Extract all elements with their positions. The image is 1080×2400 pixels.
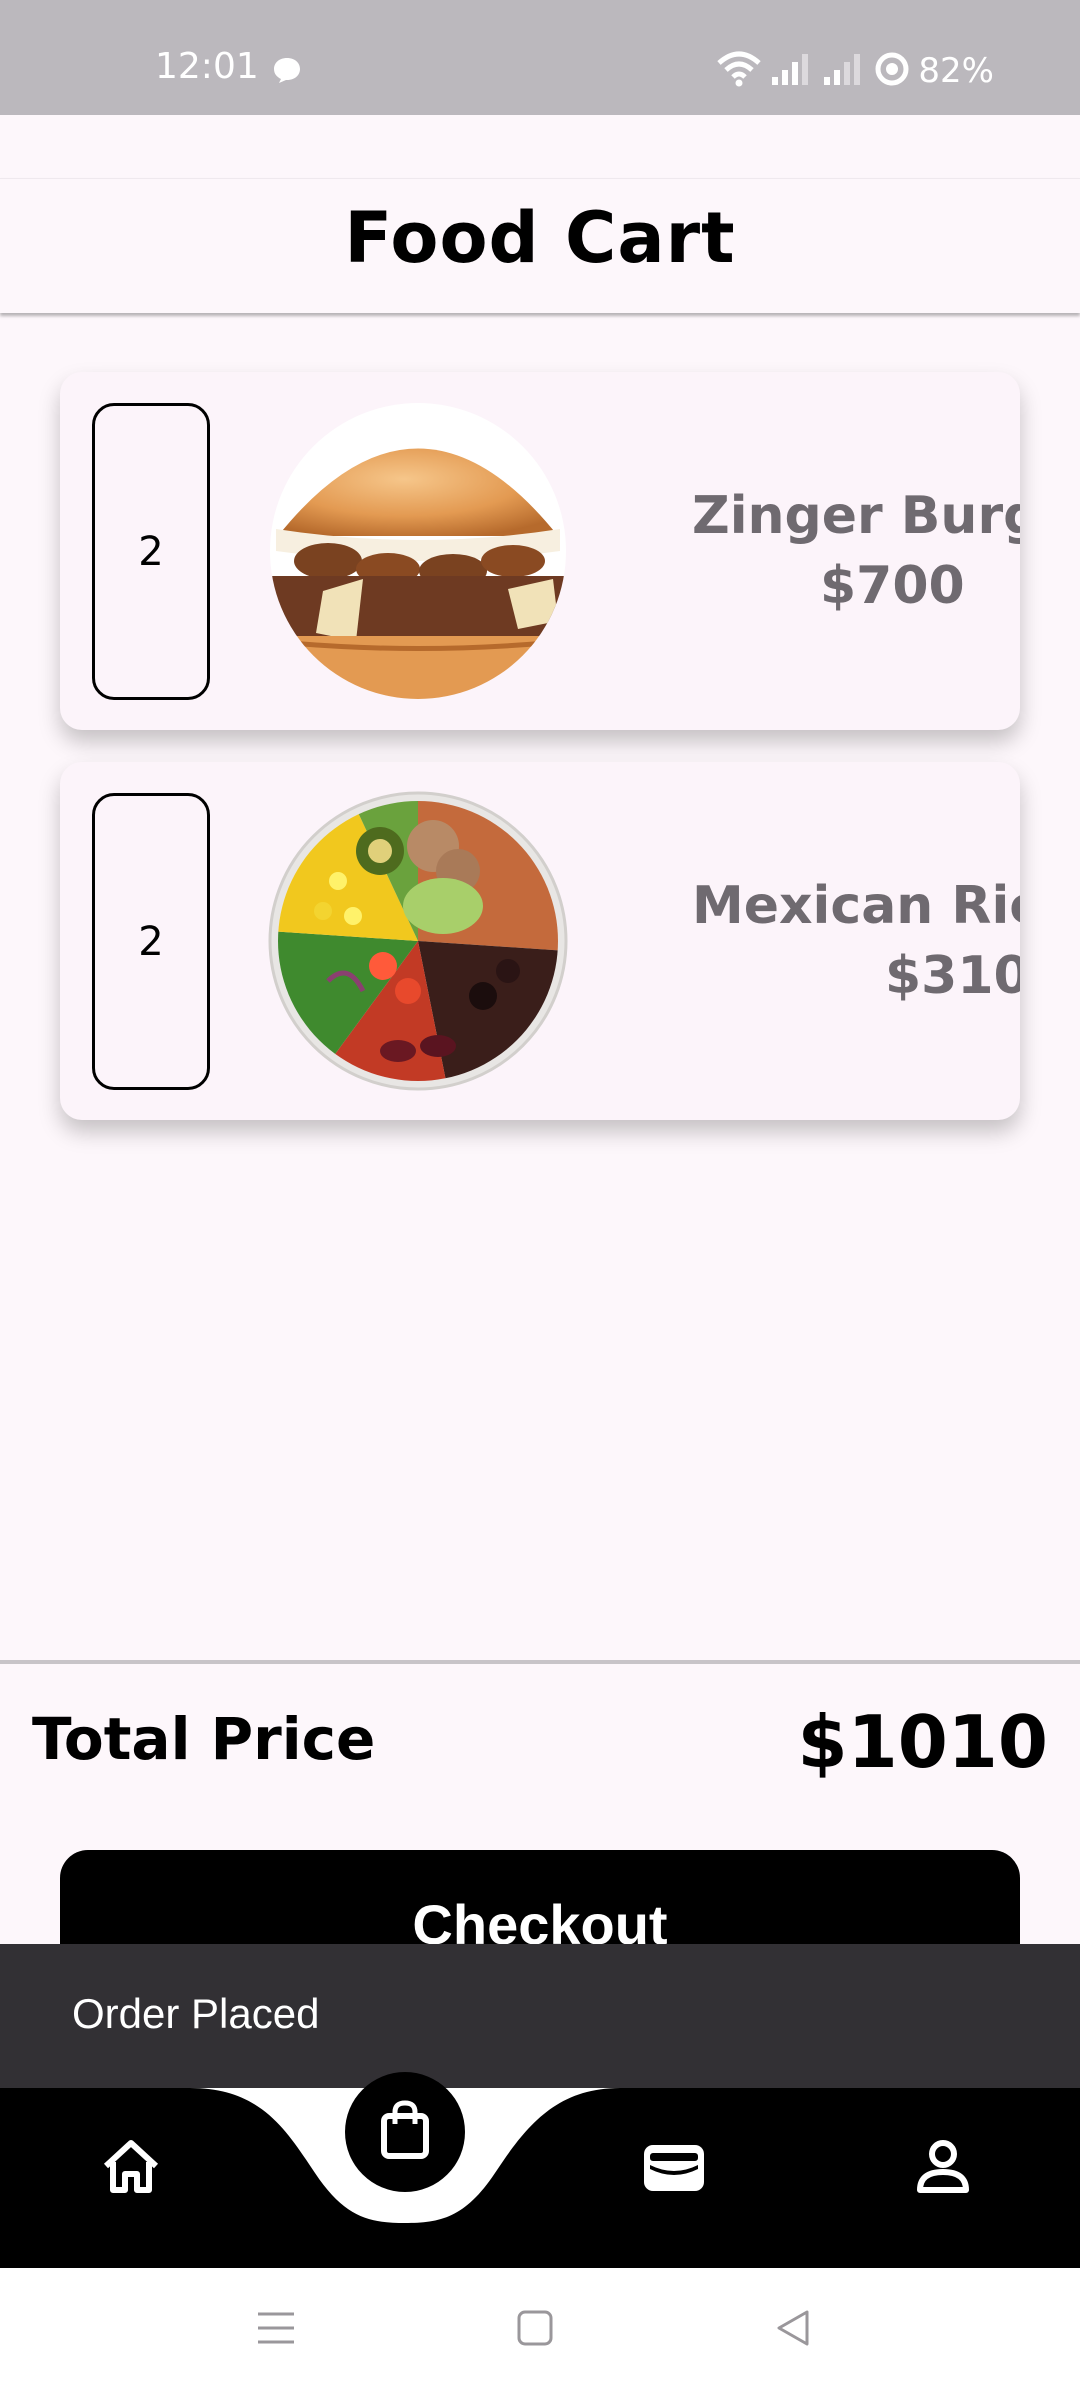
screen: 12:01 82% Food Cart 2 Zinger Bur $700 2 … (0, 0, 1080, 2400)
food-price: $700 (820, 556, 965, 616)
home-icon (100, 2138, 162, 2201)
food-info: Zinger Burger $700 (620, 372, 1020, 730)
status-bar: 12:01 82% (0, 0, 1080, 115)
home-square-icon[interactable] (516, 2308, 554, 2353)
signal-icon (770, 51, 814, 92)
shopping-bag-icon (378, 2099, 432, 2165)
bottom-nav (0, 2072, 1080, 2268)
food-name: Zinger Burger (692, 486, 1020, 546)
signal-icon-2 (822, 51, 866, 92)
nav-cart[interactable] (345, 2072, 465, 2192)
burger-image (268, 401, 568, 701)
system-nav-bar (0, 2268, 1080, 2400)
recents-icon[interactable] (256, 2308, 296, 2353)
page-title: Food Cart (344, 197, 736, 279)
wifi-icon (716, 49, 762, 94)
total-divider (0, 1660, 1080, 1664)
chat-notification-icon (272, 56, 302, 89)
food-info: Mexican Rice Bowl $310 (620, 762, 1020, 1120)
nav-wallet[interactable] (642, 2130, 706, 2208)
app-bar: Food Cart (0, 178, 1080, 313)
status-icons: 82% (716, 46, 994, 96)
status-time: 12:01 (155, 46, 259, 87)
snackbar-message: Order Placed (72, 1990, 320, 2037)
battery-saver-icon (874, 51, 910, 92)
quantity-box[interactable]: 2 (92, 403, 210, 700)
rice-bowl-image (268, 791, 568, 1091)
battery-percent: 82% (918, 51, 994, 91)
food-price: $310 (885, 946, 1020, 1006)
cart-item-card[interactable]: 2 (60, 372, 1020, 730)
wallet-icon (642, 2139, 706, 2200)
total-price-value: $1010 (797, 1700, 1049, 1784)
total-price-label: Total Price (32, 1705, 376, 1773)
food-name: Mexican Rice Bowl (692, 876, 1020, 936)
snackbar: Order Placed (0, 1944, 1080, 2088)
nav-profile[interactable] (915, 2130, 971, 2208)
quantity-box[interactable]: 2 (92, 793, 210, 1090)
back-icon[interactable] (773, 2308, 813, 2353)
nav-home[interactable] (100, 2130, 162, 2208)
cart-item-card[interactable]: 2 (60, 762, 1020, 1120)
profile-icon (915, 2138, 971, 2201)
